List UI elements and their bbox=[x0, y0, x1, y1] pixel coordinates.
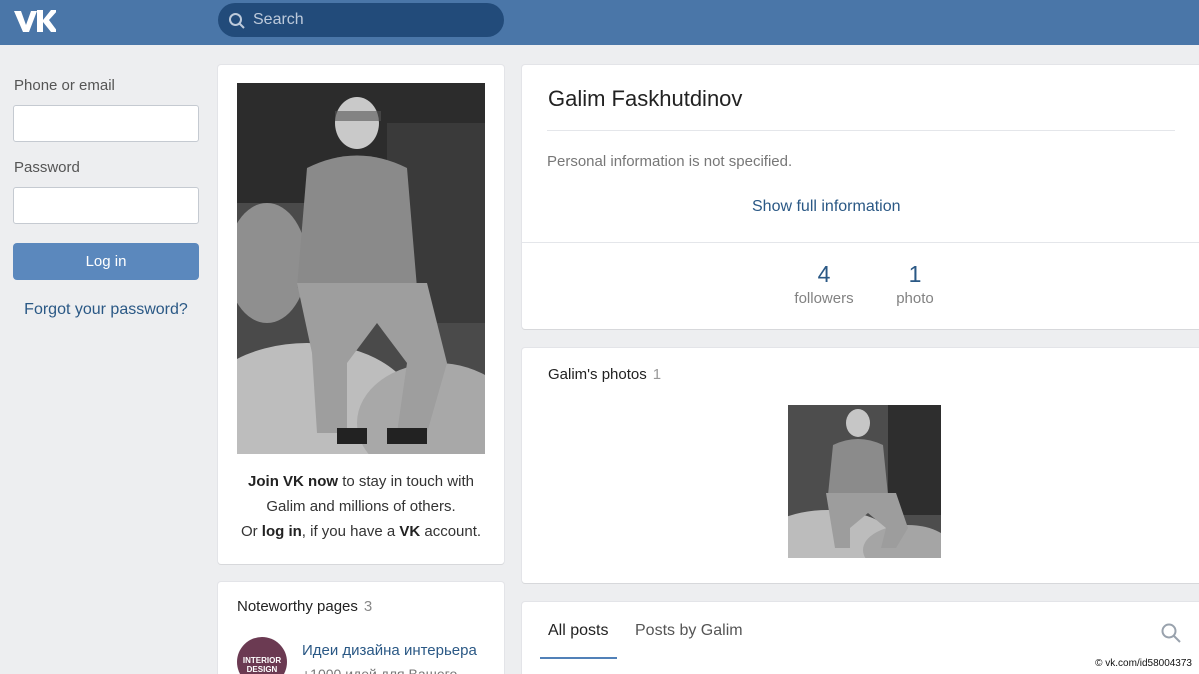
profile-name: Galim Faskhutdinov bbox=[548, 86, 743, 111]
personal-info-text: Personal information is not specified. bbox=[547, 153, 793, 170]
tab-all-posts[interactable]: All posts bbox=[548, 622, 608, 640]
vk-logo-icon[interactable] bbox=[12, 7, 56, 35]
noteworthy-title: Noteworthy pages 3 bbox=[237, 598, 372, 615]
photos-count: 1 bbox=[652, 366, 662, 383]
photo-label: photo bbox=[896, 290, 934, 307]
if-text: , if you have a bbox=[301, 523, 400, 540]
join-prompt: Join VK now to stay in touch with Galim … bbox=[218, 469, 504, 544]
avatar-text: INTERIOR DESIGN bbox=[242, 656, 282, 674]
tab-posts-by-galim[interactable]: Posts by Galim bbox=[635, 622, 743, 640]
or-text: Or bbox=[240, 523, 262, 540]
account-text: account. bbox=[420, 523, 482, 540]
log-in-link[interactable]: log in bbox=[262, 523, 302, 540]
noteworthy-title-text: Noteworthy pages bbox=[237, 598, 358, 615]
noteworthy-item-subtitle: +1000 идей для Вашего bbox=[302, 666, 458, 674]
photos-card: Galim's photos 1 bbox=[522, 348, 1199, 583]
profile-photo[interactable] bbox=[237, 83, 485, 454]
interior-design-avatar[interactable]: INTERIOR DESIGN bbox=[237, 637, 287, 674]
divider bbox=[547, 130, 1175, 131]
profile-info-card: Galim Faskhutdinov Personal information … bbox=[522, 65, 1199, 329]
show-full-information-link[interactable]: Show full information bbox=[752, 198, 901, 216]
join-line2: Galim and millions of others. bbox=[266, 498, 456, 515]
followers-count: 4 bbox=[817, 261, 831, 287]
noteworthy-pages-card: Noteworthy pages 3 INTERIOR DESIGN Идеи д… bbox=[218, 582, 504, 674]
profile-photo-card: Join VK now to stay in touch with Galim … bbox=[218, 65, 504, 564]
photo-count: 1 bbox=[908, 261, 922, 287]
search-placeholder: Search bbox=[253, 11, 304, 28]
forgot-password-link[interactable]: Forgot your password? bbox=[0, 301, 212, 319]
join-text: to stay in touch with bbox=[338, 473, 474, 490]
password-field[interactable] bbox=[13, 187, 199, 224]
noteworthy-count: 3 bbox=[363, 598, 373, 615]
photo-thumbnail[interactable] bbox=[788, 405, 941, 558]
log-in-button[interactable]: Log in bbox=[13, 243, 199, 280]
vk-text: VK bbox=[399, 523, 421, 540]
photo-counter[interactable]: 1 photo bbox=[886, 261, 944, 307]
followers-counter[interactable]: 4 followers bbox=[788, 261, 860, 307]
followers-label: followers bbox=[794, 290, 854, 307]
watermark: © vk.com/id58004373 bbox=[1092, 657, 1195, 670]
search-icon[interactable] bbox=[1160, 622, 1182, 644]
join-vk-now[interactable]: Join VK now bbox=[248, 473, 338, 490]
phone-email-field[interactable] bbox=[13, 105, 199, 142]
top-header: Search bbox=[0, 0, 1199, 45]
search-icon bbox=[229, 13, 245, 29]
photos-title-text: Galim's photos bbox=[548, 366, 647, 383]
noteworthy-item-link[interactable]: Идеи дизайна интерьера bbox=[302, 642, 477, 659]
password-label: Password bbox=[14, 159, 80, 176]
active-tab-indicator bbox=[540, 657, 617, 659]
photos-title[interactable]: Galim's photos 1 bbox=[548, 366, 661, 383]
phone-label: Phone or email bbox=[14, 77, 115, 94]
search-bar[interactable]: Search bbox=[218, 3, 504, 37]
divider bbox=[522, 242, 1199, 243]
